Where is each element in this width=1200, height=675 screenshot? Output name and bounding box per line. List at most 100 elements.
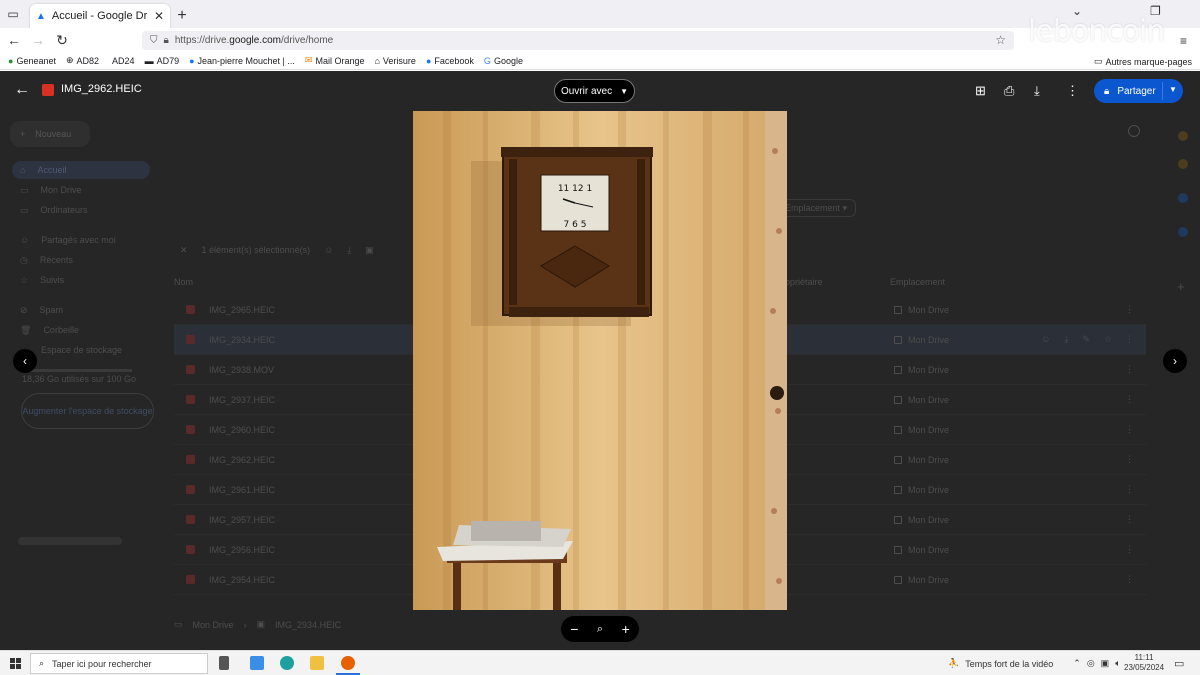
sidebar-item-home[interactable]: ⌂ Accueil bbox=[12, 161, 150, 179]
other-bookmarks[interactable]: ▭ Autres marque-pages bbox=[1094, 56, 1192, 67]
firefox-icon[interactable] bbox=[341, 656, 355, 670]
news-text[interactable]: Temps fort de la vidéo bbox=[965, 659, 1053, 669]
viewer-header: ← IMG_2962.HEIC Ouvrir avec ▼ ⊞ ⎙ ⤓ ⋮ 🔒︎ … bbox=[0, 71, 1200, 111]
more-vert-icon[interactable]: ⋮ bbox=[1125, 574, 1134, 585]
leboncoin-watermark: leboncoin bbox=[1028, 14, 1165, 49]
more-vert-icon[interactable]: ⋮ bbox=[1125, 364, 1134, 375]
more-vert-icon[interactable]: ⋮ bbox=[1125, 424, 1134, 435]
zoom-in-icon[interactable]: + bbox=[622, 621, 630, 637]
bookmark-mail-orange[interactable]: ✉ Mail Orange bbox=[305, 55, 365, 66]
image-file-icon bbox=[186, 485, 195, 494]
share-dropdown-icon[interactable]: ▼ bbox=[1169, 85, 1177, 94]
download-icon[interactable]: ⤓ bbox=[347, 245, 351, 256]
share-button[interactable]: 🔒︎ Partager ▼ bbox=[1094, 79, 1183, 103]
share-user-icon[interactable]: ☺ bbox=[324, 245, 333, 255]
bookmark-ad24[interactable]: AD24 bbox=[109, 56, 135, 66]
notifications-icon[interactable]: ▭ bbox=[1174, 657, 1184, 670]
mail-app-icon[interactable] bbox=[250, 656, 264, 670]
more-vert-icon[interactable]: ⋮ bbox=[1125, 454, 1134, 465]
sidebar-scrollbar[interactable] bbox=[18, 537, 122, 545]
share-user-icon[interactable]: ☺ bbox=[1041, 334, 1050, 345]
reload-icon[interactable]: ↻ bbox=[50, 32, 74, 49]
print-icon[interactable]: ⎙ bbox=[1004, 83, 1014, 99]
close-tab-icon[interactable]: ✕ bbox=[154, 9, 164, 23]
previous-file-button[interactable]: ‹ bbox=[13, 349, 37, 373]
column-name[interactable]: Nom bbox=[174, 277, 193, 287]
calendar-icon[interactable] bbox=[1178, 131, 1188, 141]
windows-start-icon[interactable] bbox=[10, 658, 21, 669]
sidebar-item-starred[interactable]: ☆ Suivis bbox=[20, 271, 64, 289]
drive-stage: + Nouveau ⌂ Accueil ▭ Mon Drive ▭ Ordinateur… bbox=[0, 71, 1200, 650]
tab-list-icon[interactable]: ▭ bbox=[0, 0, 26, 28]
nba-icon[interactable]: ⛹ bbox=[948, 658, 959, 669]
edit-icon[interactable]: ✎ bbox=[1082, 334, 1090, 345]
bookmark-star-icon[interactable]: ☆ bbox=[995, 33, 1006, 47]
display-icon[interactable]: ▣ bbox=[1101, 658, 1110, 669]
download-icon[interactable]: ⤓ bbox=[1064, 334, 1068, 345]
photo-preview: 11 12 1 7 6 5 bbox=[413, 111, 787, 610]
more-vert-icon[interactable]: ⋮ bbox=[1125, 334, 1134, 345]
lock-icon: 🔒︎ bbox=[1104, 85, 1110, 97]
browser-tab[interactable]: ▲ Accueil - Google Drive ✕ bbox=[30, 4, 170, 28]
bookmark-ad79[interactable]: ▬ AD79 bbox=[145, 56, 180, 66]
move-icon[interactable]: ▣ bbox=[365, 245, 374, 256]
file-location: Mon Drive bbox=[894, 395, 949, 405]
sidebar-item-trash[interactable]: 🗑︎ Corbeille bbox=[20, 321, 79, 339]
contacts-icon[interactable] bbox=[1178, 227, 1188, 237]
sidebar-item-shared[interactable]: ☺ Partagés avec moi bbox=[20, 231, 116, 249]
drive-icon bbox=[894, 395, 902, 404]
location-filter[interactable]: Emplacement ▾ bbox=[776, 199, 857, 217]
tray-chevron-icon[interactable]: ⌃ bbox=[1073, 658, 1081, 669]
more-vert-icon[interactable]: ⋮ bbox=[1066, 83, 1079, 99]
bookmark-facebook[interactable]: ● Facebook bbox=[426, 56, 474, 66]
column-location[interactable]: Emplacement bbox=[890, 277, 945, 287]
volume-icon[interactable]: 🔈︎ bbox=[1115, 658, 1120, 669]
shield-icon[interactable]: ⛉ bbox=[150, 35, 158, 46]
close-viewer-icon[interactable]: ← bbox=[14, 81, 30, 99]
sidebar-item-recent[interactable]: ◷ Récents bbox=[20, 251, 73, 269]
menu-icon[interactable]: ≡ bbox=[1180, 34, 1187, 48]
tab-title: Accueil - Google Drive bbox=[51, 10, 148, 22]
download-icon[interactable]: ⤓ bbox=[1034, 83, 1040, 99]
add-addon-icon[interactable]: + bbox=[1177, 279, 1185, 294]
back-icon[interactable]: ← bbox=[2, 32, 26, 48]
more-vert-icon[interactable]: ⋮ bbox=[1125, 514, 1134, 525]
add-comment-icon[interactable]: ⊞ bbox=[975, 83, 986, 99]
bookmark-verisure[interactable]: ⌂ Verisure bbox=[374, 56, 415, 66]
bookmark-google[interactable]: G Google bbox=[484, 56, 523, 66]
next-file-button[interactable]: › bbox=[1163, 349, 1187, 373]
file-explorer-icon[interactable] bbox=[310, 656, 324, 670]
bookmark-ad82[interactable]: ⊕ AD82 bbox=[66, 55, 99, 66]
task-view-icon[interactable] bbox=[219, 656, 229, 670]
more-vert-icon[interactable]: ⋮ bbox=[1125, 484, 1134, 495]
zoom-controls: − ⌕ + bbox=[561, 616, 639, 642]
info-icon[interactable] bbox=[1128, 125, 1140, 137]
zoom-reset-icon[interactable]: ⌕ bbox=[597, 623, 603, 636]
bookmark-jean-pierre[interactable]: ● Jean-pierre Mouchet | ... bbox=[189, 56, 295, 66]
more-vert-icon[interactable]: ⋮ bbox=[1125, 544, 1134, 555]
edge-icon[interactable] bbox=[280, 656, 294, 670]
bookmark-geneanet[interactable]: ● Geneanet bbox=[8, 56, 56, 66]
open-with-button[interactable]: Ouvrir avec ▼ bbox=[554, 79, 635, 103]
keep-icon[interactable] bbox=[1178, 159, 1188, 169]
star-icon[interactable]: ☆ bbox=[1104, 334, 1112, 345]
sidebar-item-my-drive[interactable]: ▭ Mon Drive bbox=[20, 181, 82, 199]
zoom-out-icon[interactable]: − bbox=[570, 621, 578, 637]
sidebar-item-spam[interactable]: ⊘ Spam bbox=[20, 301, 63, 319]
taskbar-clock[interactable]: 11:11 23/05/2024 bbox=[1124, 653, 1164, 673]
forward-icon[interactable]: → bbox=[26, 32, 50, 48]
sidebar-item-computers[interactable]: ▭ Ordinateurs bbox=[20, 201, 88, 219]
clear-selection-icon[interactable]: ✕ bbox=[180, 245, 188, 256]
new-tab-button[interactable]: + bbox=[170, 4, 194, 28]
tasks-icon[interactable] bbox=[1178, 193, 1188, 203]
more-vert-icon[interactable]: ⋮ bbox=[1125, 394, 1134, 405]
address-bar[interactable]: ⛉ 🔒︎ https://drive.google.com/drive/home… bbox=[142, 31, 1014, 50]
taskbar-search[interactable]: ⌕ Taper ici pour rechercher bbox=[30, 653, 208, 674]
buy-storage-button[interactable]: Augmenter l'espace de stockage bbox=[21, 393, 154, 429]
selection-count: 1 élément(s) sélectionné(s) bbox=[201, 245, 311, 255]
new-button[interactable]: + Nouveau bbox=[10, 121, 90, 147]
svg-text:7 6 5: 7 6 5 bbox=[564, 220, 587, 230]
drive-icon bbox=[894, 515, 902, 524]
more-vert-icon[interactable]: ⋮ bbox=[1125, 304, 1134, 315]
location-icon[interactable]: ◎ bbox=[1087, 658, 1095, 669]
